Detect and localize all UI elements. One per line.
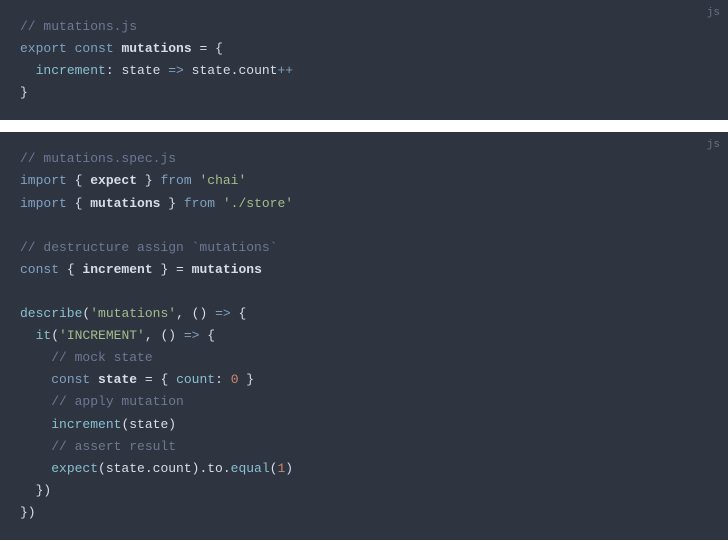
comment-text: // apply mutation [51,394,184,409]
punctuation: { [67,173,90,188]
keyword: from [160,173,191,188]
code-line: // mutations.spec.js [20,148,708,170]
keyword: from [184,196,215,211]
method-call: equal [231,461,270,476]
operator: => [184,328,200,343]
operator: ++ [277,63,293,78]
property: increment [36,63,106,78]
punctuation: { [231,306,247,321]
code-line: }) [20,480,708,502]
function-call: expect [51,461,98,476]
keyword: const [51,372,90,387]
code-line: // mutations.js [20,16,708,38]
punctuation: : [106,63,114,78]
identifier: expect [90,173,137,188]
property: count [176,372,215,387]
punctuation: = { [192,41,223,56]
code-line: // assert result [20,436,708,458]
code-line: export const mutations = { [20,38,708,60]
punctuation: } = [153,262,192,277]
keyword: const [75,41,114,56]
punctuation: { [59,262,82,277]
identifier: mutations [121,41,191,56]
code-line: increment(state) [20,414,708,436]
function-call: it [36,328,52,343]
string-literal: 'chai' [199,173,246,188]
comment-text: // destructure assign `mutations` [20,240,277,255]
code-line [20,281,708,303]
code-line: import { mutations } from './store' [20,193,708,215]
string-literal: './store' [223,196,293,211]
code-line: const { increment } = mutations [20,259,708,281]
code-line: import { expect } from 'chai' [20,170,708,192]
punctuation: , () [145,328,184,343]
punctuation: } [160,196,183,211]
punctuation: ( [51,328,59,343]
code-block-mutations: js // mutations.js export const mutation… [0,0,728,120]
language-label: js [707,4,720,23]
comment-text: // mock state [51,350,152,365]
code-line: // mock state [20,347,708,369]
punctuation: } [239,372,255,387]
function-call: describe [20,306,82,321]
identifier: state [114,63,169,78]
identifier: state [90,372,145,387]
punctuation: } [20,85,28,100]
keyword: const [20,262,59,277]
comment-text: // mutations.spec.js [20,151,176,166]
code-line: it('INCREMENT', () => { [20,325,708,347]
punctuation: (state.count).to. [98,461,231,476]
punctuation: { [67,196,90,211]
operator: => [215,306,231,321]
keyword: import [20,173,67,188]
punctuation: , () [176,306,215,321]
code-line: increment: state => state.count++ [20,60,708,82]
code-line: }) [20,502,708,524]
language-label: js [707,136,720,155]
comment-text: // mutations.js [20,19,137,34]
identifier: mutations [192,262,262,277]
code-line: // apply mutation [20,391,708,413]
code-line: const state = { count: 0 } [20,369,708,391]
number-literal: 0 [231,372,239,387]
punctuation: : [215,372,231,387]
keyword: import [20,196,67,211]
string-literal: 'INCREMENT' [59,328,145,343]
punctuation: = { [145,372,176,387]
identifier: mutations [90,196,160,211]
punctuation: } [137,173,160,188]
code-block-spec: js // mutations.spec.js import { expect … [0,132,728,540]
code-line: } [20,82,708,104]
punctuation: { [199,328,215,343]
punctuation: ) [285,461,293,476]
punctuation: }) [36,483,52,498]
identifier: increment [82,262,152,277]
code-line: describe('mutations', () => { [20,303,708,325]
string-literal: 'mutations' [90,306,176,321]
punctuation: (state) [121,417,176,432]
operator: => [168,63,184,78]
punctuation: }) [20,505,36,520]
code-line [20,215,708,237]
keyword: export [20,41,67,56]
comment-text: // assert result [51,439,176,454]
function-call: increment [51,417,121,432]
code-line: expect(state.count).to.equal(1) [20,458,708,480]
identifier: state.count [184,63,278,78]
code-line: // destructure assign `mutations` [20,237,708,259]
